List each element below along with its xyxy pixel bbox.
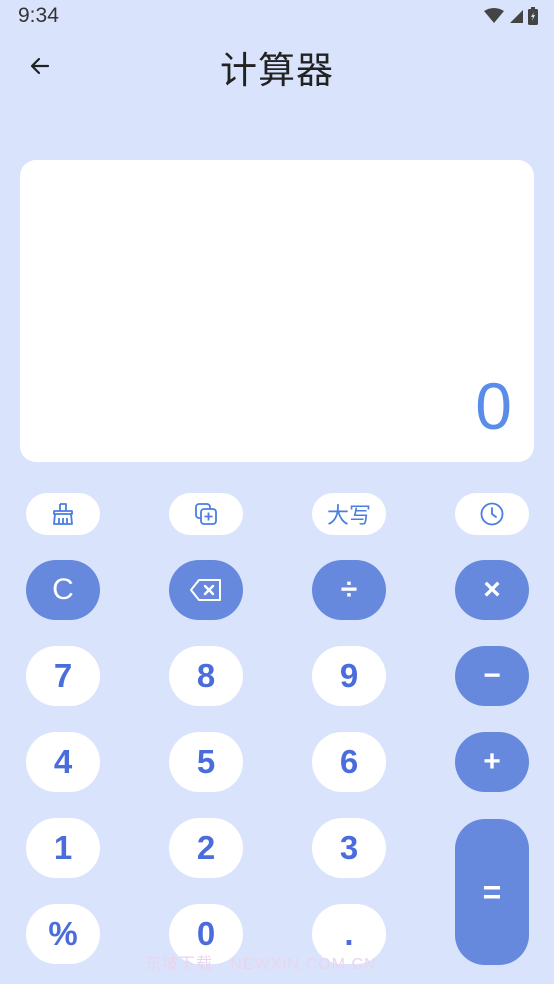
multiply-button[interactable]: × [455,560,529,620]
signal-icon [510,10,523,23]
wifi-icon [484,8,504,23]
clear-button[interactable]: C [26,560,100,620]
digit-2-label: 2 [196,829,216,866]
plus-label: + [483,745,501,778]
percent-label: % [48,915,78,952]
digit-8-button[interactable]: 8 [169,646,243,706]
minus-button[interactable]: − [455,646,529,706]
backspace-icon [190,579,221,601]
digit-4-label: 4 [53,743,73,780]
digit-4-button[interactable]: 4 [26,732,100,792]
digit-9-label: 9 [339,657,359,694]
copy-add-icon [195,503,217,525]
digit-1-button[interactable]: 1 [26,818,100,878]
digit-3-button[interactable]: 3 [312,818,386,878]
status-time: 9:34 [18,4,59,27]
page-title: 计算器 [220,49,334,92]
digit-7-button[interactable]: 7 [26,646,100,706]
percent-button[interactable]: % [26,904,100,964]
digit-3-label: 3 [339,829,359,866]
equals-button[interactable]: = [455,819,529,965]
status-icons [484,7,538,25]
broom-icon [53,503,73,525]
backspace-button[interactable] [169,560,243,620]
clock-icon [480,502,504,526]
digit-0-label: 0 [196,915,216,952]
plus-button[interactable]: + [455,732,529,792]
digit-6-button[interactable]: 6 [312,732,386,792]
digit-5-button[interactable]: 5 [169,732,243,792]
watermark: 东坡下载 · NEWXIN.COM.CN [145,956,377,973]
copy-button[interactable] [169,493,243,535]
minus-label: − [483,659,501,692]
divide-label: ÷ [340,573,358,606]
uppercase-button[interactable]: 大写 [312,493,386,535]
app-bar: 计算器 [0,34,554,98]
digit-9-button[interactable]: 9 [312,646,386,706]
equals-label: = [482,873,502,910]
display-value: 0 [475,369,512,443]
digit-8-label: 8 [196,657,216,694]
digit-1-label: 1 [53,829,73,866]
history-button[interactable] [455,493,529,535]
clear-label: C [52,573,74,606]
status-bar: 9:34 [0,0,554,34]
clear-history-button[interactable] [26,493,100,535]
divide-button[interactable]: ÷ [312,560,386,620]
multiply-label: × [483,573,501,606]
result-display: 0 [20,160,534,462]
uppercase-label: 大写 [326,504,371,529]
digit-6-label: 6 [339,743,359,780]
digit-2-button[interactable]: 2 [169,818,243,878]
battery-icon [528,7,538,25]
decimal-point-label: . [344,915,354,952]
digit-7-label: 7 [53,657,73,694]
digit-5-label: 5 [196,743,216,780]
